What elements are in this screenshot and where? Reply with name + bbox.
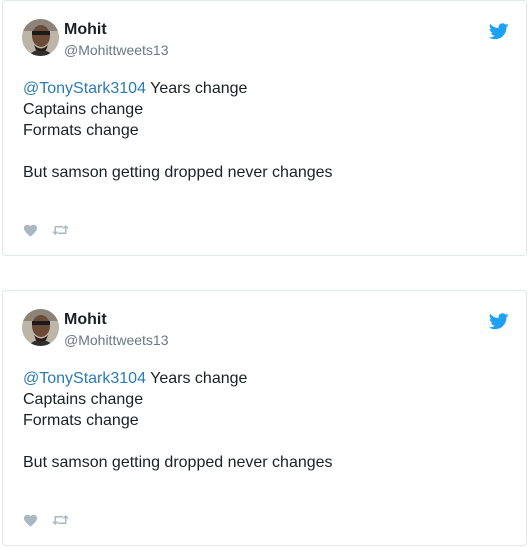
tweet-line-1: @TonyStark3104 Years change xyxy=(23,78,506,99)
mention-link[interactable]: @TonyStark3104 xyxy=(23,370,146,387)
twitter-bird-icon[interactable] xyxy=(489,313,509,330)
avatar[interactable] xyxy=(22,309,59,346)
avatar[interactable] xyxy=(22,19,59,56)
tweet-card[interactable]: Mohit @Mohittweets13 @TonyStark3104 Year… xyxy=(2,290,527,546)
tweet-line-1-rest: Years change xyxy=(145,80,248,97)
avatar-photo-icon xyxy=(22,309,59,346)
heart-icon[interactable] xyxy=(23,223,38,237)
tweet-actions xyxy=(23,223,69,237)
tweet-text: @TonyStark3104 Years change Captains cha… xyxy=(23,368,506,473)
twitter-bird-icon[interactable] xyxy=(489,23,509,40)
tweet-card[interactable]: Mohit @Mohittweets13 @TonyStark3104 Year… xyxy=(2,0,527,256)
tweet-line-1-rest: Years change xyxy=(145,370,248,387)
tweet-line-3: Formats change xyxy=(23,122,139,139)
author-handle[interactable]: @Mohittweets13 xyxy=(64,332,168,348)
tweet-actions xyxy=(23,513,69,527)
tweet-line-3: Formats change xyxy=(23,412,139,429)
tweet-text: @TonyStark3104 Years change Captains cha… xyxy=(23,78,506,183)
tweet-line-2: Captains change xyxy=(23,391,144,408)
avatar-photo-icon xyxy=(22,19,59,56)
heart-icon[interactable] xyxy=(23,513,38,527)
mention-link[interactable]: @TonyStark3104 xyxy=(23,80,146,97)
author-name[interactable]: Mohit xyxy=(64,21,107,39)
tweet-line-2: Captains change xyxy=(23,101,144,118)
retweet-icon[interactable] xyxy=(52,514,69,526)
author-handle[interactable]: @Mohittweets13 xyxy=(64,42,168,58)
retweet-icon[interactable] xyxy=(52,224,69,236)
tweet-line-4: But samson getting dropped never changes xyxy=(23,164,333,181)
author-name[interactable]: Mohit xyxy=(64,311,107,329)
tweet-line-1: @TonyStark3104 Years change xyxy=(23,368,506,389)
tweet-line-4: But samson getting dropped never changes xyxy=(23,454,333,471)
